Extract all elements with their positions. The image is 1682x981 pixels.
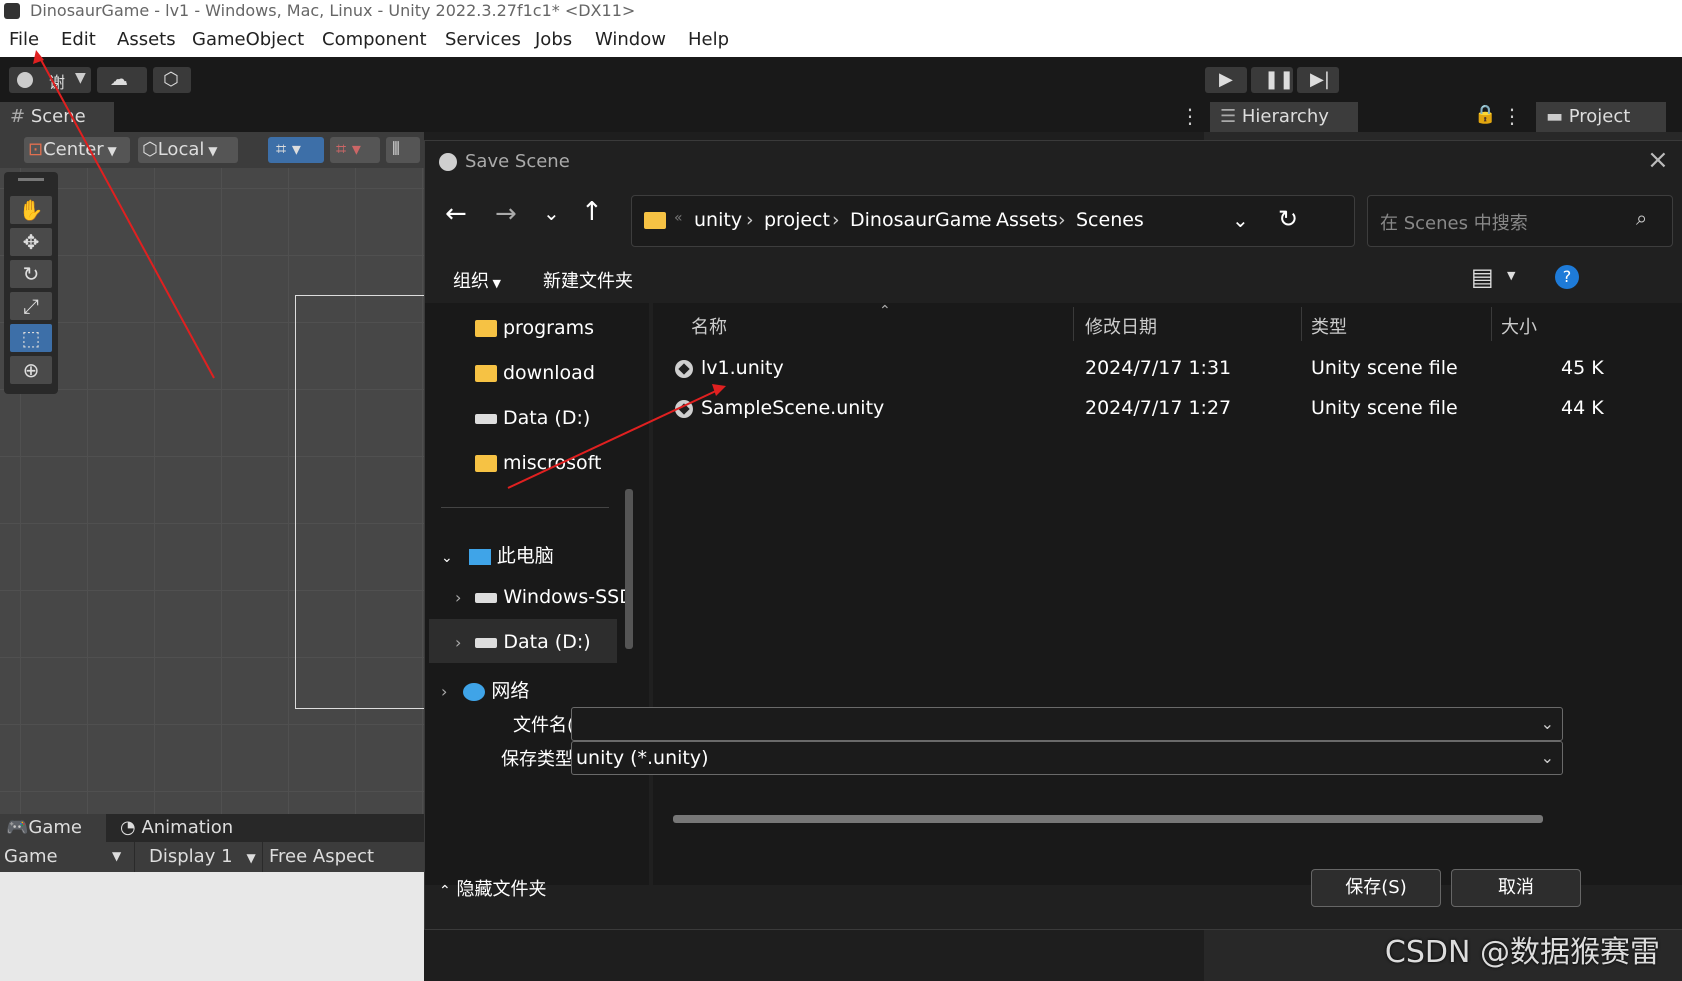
- annotation-arrows: [33, 50, 726, 489]
- arrow-to-lv1-file: [507, 384, 726, 489]
- arrow-to-file-menu: [33, 50, 215, 379]
- watermark: CSDN @数据猴赛雷: [1384, 935, 1660, 970]
